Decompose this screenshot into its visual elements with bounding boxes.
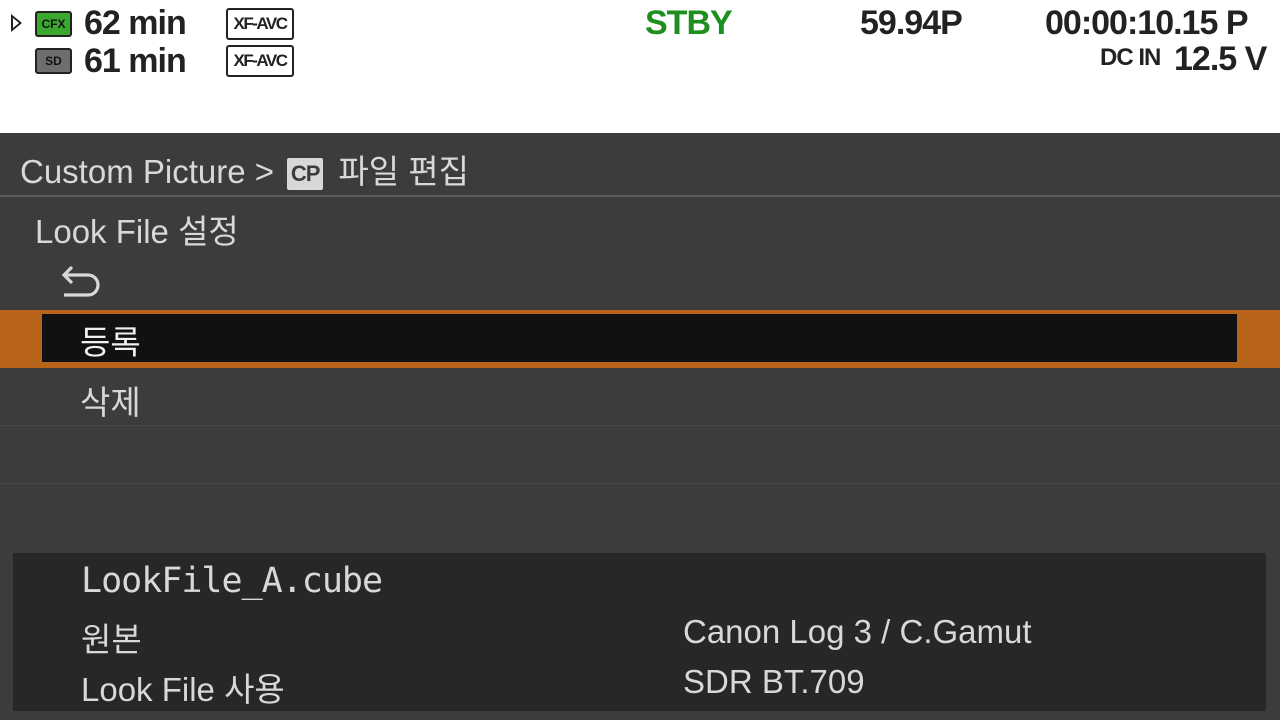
source-label: 원본 — [81, 621, 142, 658]
cp-file-icon: CP — [287, 158, 324, 190]
back-menu-item[interactable] — [0, 253, 1280, 311]
card-b-format-badge: XF-AVC — [226, 45, 294, 77]
menu-item-register-label: 등록 — [80, 324, 141, 361]
frame-rate-indicator: 59.94P — [860, 4, 963, 43]
selection-highlight: 등록 — [42, 314, 1237, 362]
card-a-remaining-time: 62 min — [84, 4, 187, 43]
menu-item-delete-label: 삭제 — [80, 384, 141, 421]
timecode-value: 00:00:10.15 — [1045, 4, 1219, 43]
timecode-flag: P — [1225, 4, 1249, 43]
breadcrumb: Custom Picture > CP 파일 편집 — [0, 133, 1280, 197]
battery-voltage: 12.5 V — [1174, 40, 1268, 79]
breadcrumb-text: Custom Picture > CP 파일 편집 — [20, 145, 469, 193]
empty-menu-row — [0, 426, 1280, 484]
look-file-output-value: SDR BT.709 — [683, 663, 865, 700]
voltage-value: 12.5 — [1174, 40, 1238, 79]
look-file-output-label: Look File 사용 — [81, 671, 285, 708]
cfexpress-card-icon: CFX — [35, 11, 72, 37]
menu-item-delete[interactable]: 삭제 — [0, 368, 1280, 426]
breadcrumb-root: Custom Picture > — [20, 153, 275, 190]
sd-card-icon: SD — [35, 48, 72, 74]
menu-item-register[interactable]: 등록 — [0, 310, 1280, 368]
power-source-label: DC IN — [1100, 44, 1162, 72]
return-arrow-icon — [61, 265, 100, 297]
look-file-info-box: LookFile_A.cube 원본 Canon Log 3 / C.Gamut… — [13, 553, 1266, 711]
card-a-format-badge: XF-AVC — [226, 8, 294, 40]
source-value: Canon Log 3 / C.Gamut — [683, 613, 1032, 650]
voltage-unit: V — [1244, 40, 1267, 79]
play-icon — [11, 14, 22, 32]
status-bar: CFX 62 min XF-AVC SD 61 min XF-AVC STBY … — [0, 0, 1280, 133]
timecode-display: 00:00:10.15 P — [1045, 4, 1249, 43]
card-b-remaining-time: 61 min — [84, 42, 187, 81]
breadcrumb-page: 파일 편집 — [338, 153, 469, 190]
empty-menu-row — [0, 484, 1280, 542]
section-title: Look File 설정 — [35, 213, 239, 250]
recording-mode-indicator: STBY — [645, 4, 733, 43]
menu-panel: Custom Picture > CP 파일 편집 Look File 설정 등… — [0, 133, 1280, 720]
look-file-name: LookFile_A.cube — [81, 561, 383, 601]
